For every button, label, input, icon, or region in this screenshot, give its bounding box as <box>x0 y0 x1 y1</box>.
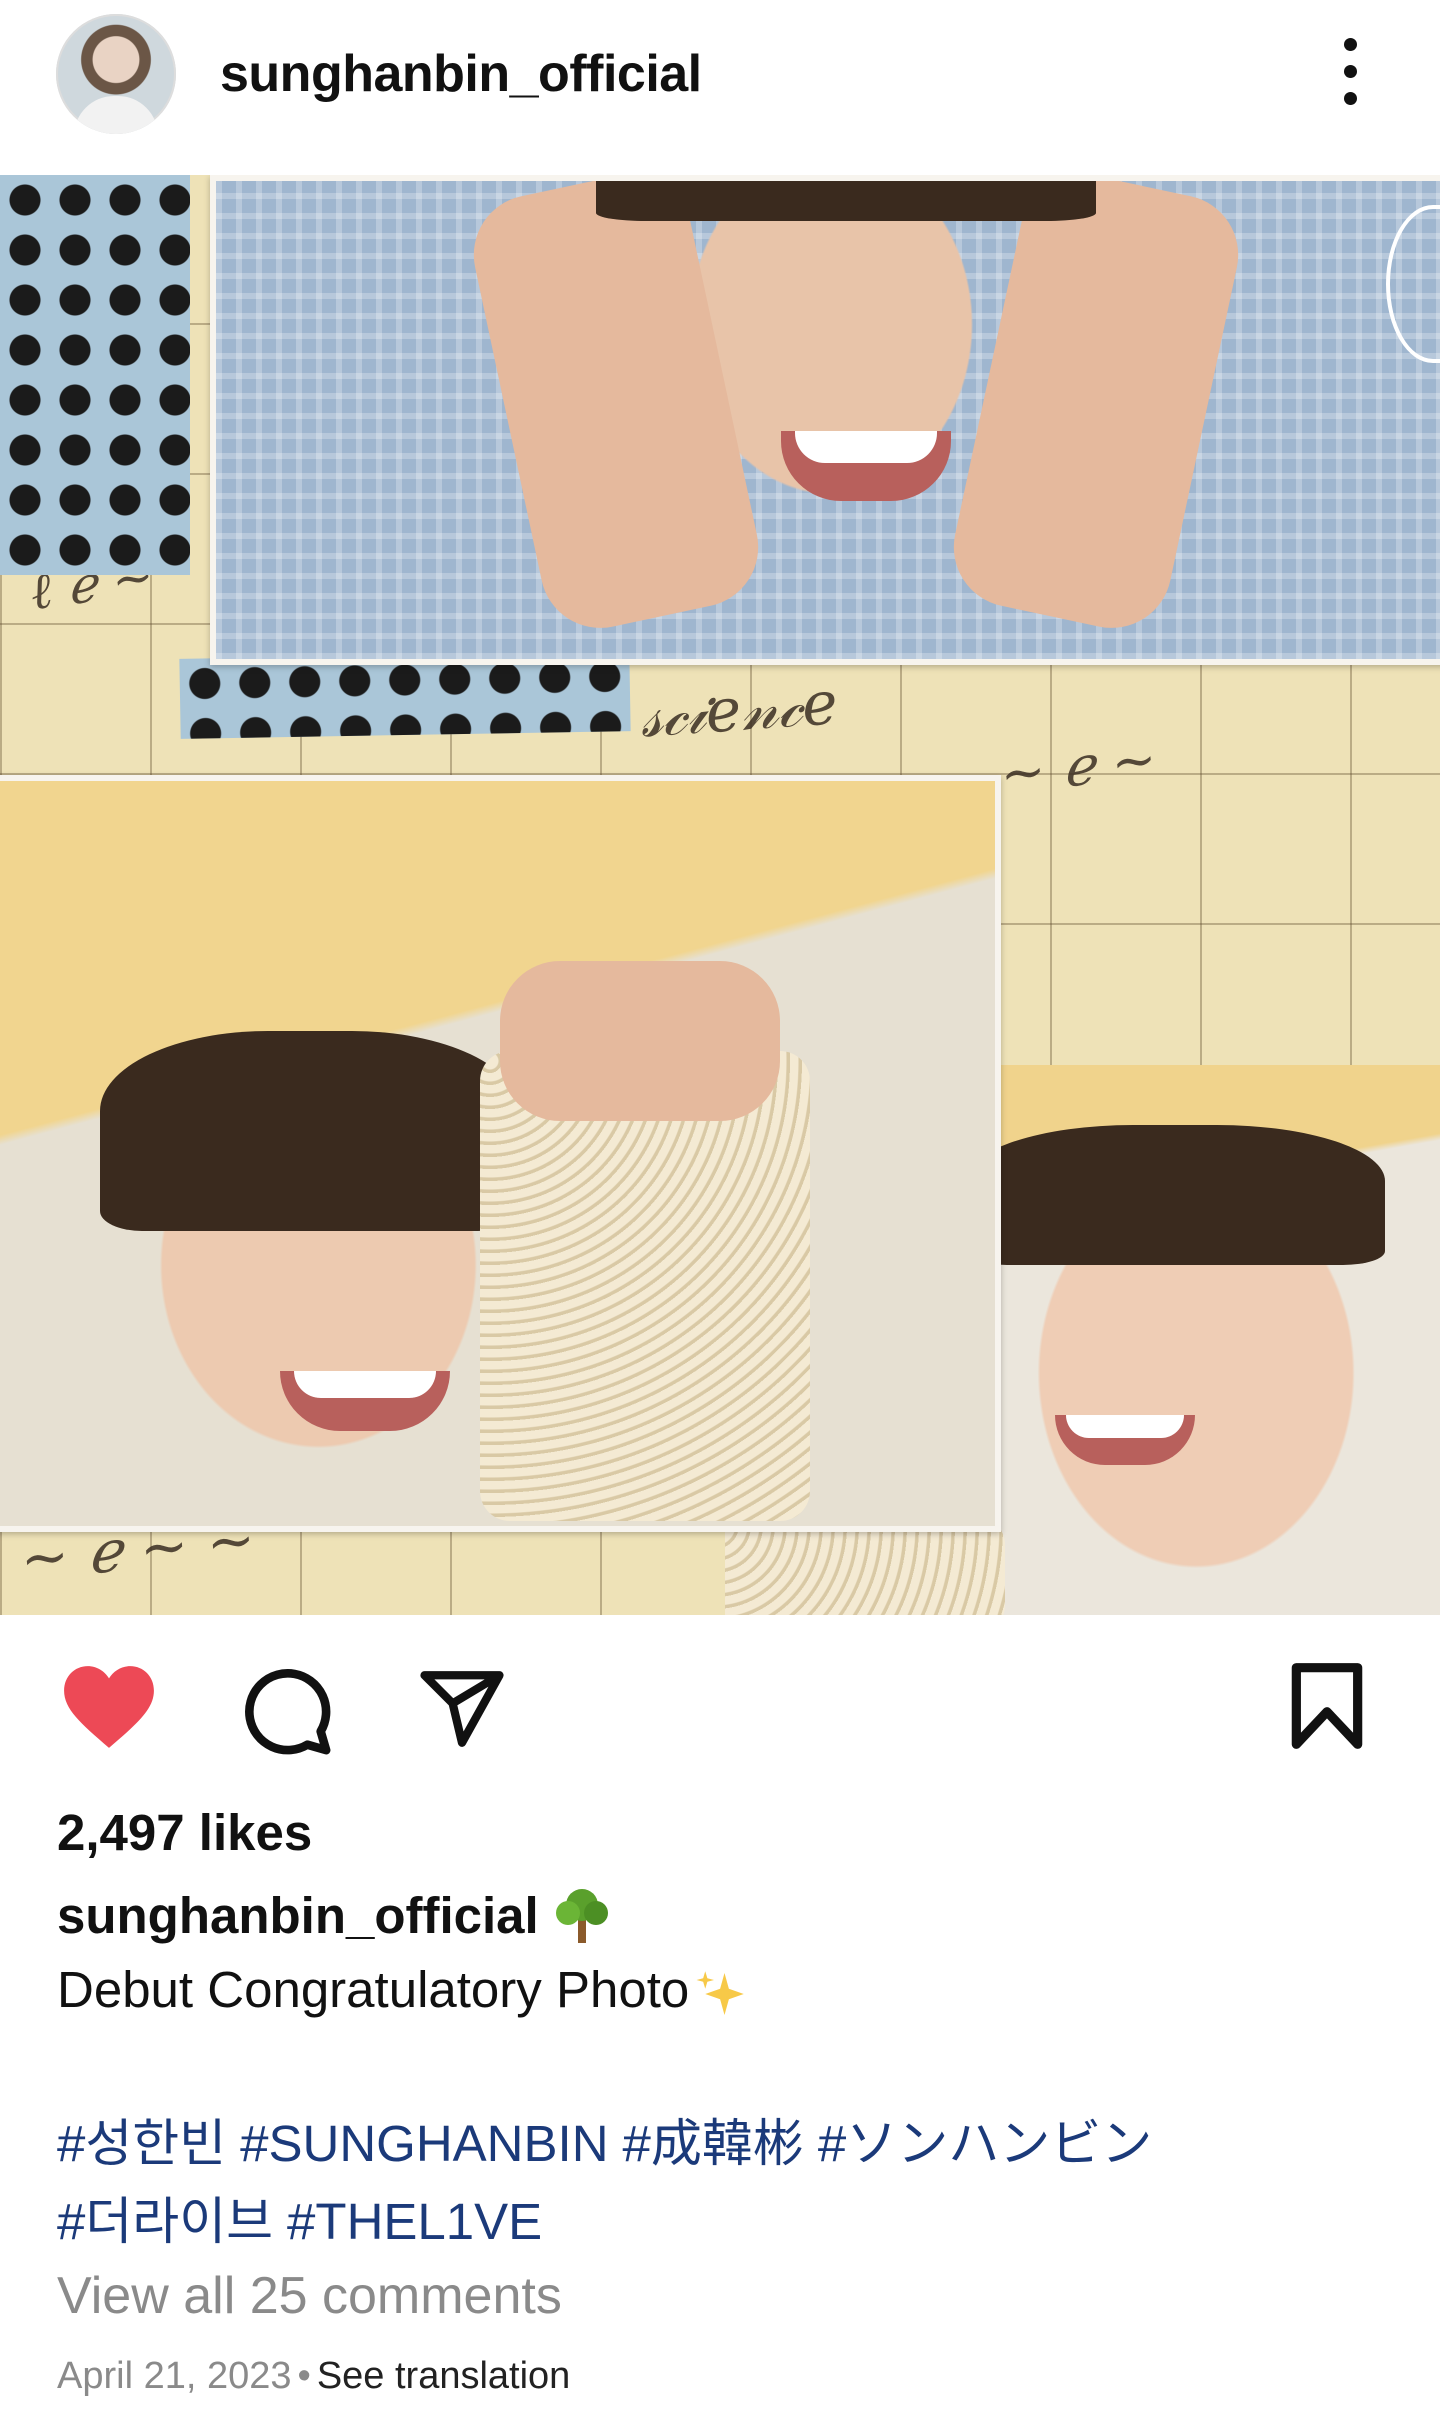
caption-text: Debut Congratulatory Photo <box>57 1960 749 2022</box>
tree-emoji-icon <box>556 1889 608 1943</box>
action-bar <box>0 1650 1440 1760</box>
heart-filled-icon[interactable] <box>60 1662 158 1752</box>
likes-count[interactable]: 2,497 likes <box>57 1803 312 1862</box>
hair <box>596 181 1096 221</box>
send-icon[interactable] <box>415 1664 509 1754</box>
hashtag-list: #성한빈 #SUNGHANBIN #成韓彬 #ソンハンビン #더라이브 #THEL1VE <box>57 2105 1397 2261</box>
handwriting-decoration: 𝓈𝒸𝒾𝑒𝓃𝒸𝑒 <box>637 668 840 752</box>
book-photo <box>0 775 1001 1532</box>
hair <box>965 1125 1385 1265</box>
post-footer: April 21, 2023 • See translation <box>57 2355 570 2398</box>
bookmark-icon[interactable] <box>1288 1660 1366 1752</box>
caption-body: Debut Congratulatory Photo <box>57 1961 690 2018</box>
avatar-shirt <box>74 96 158 134</box>
left-hand <box>462 181 770 640</box>
hashtag-link[interactable]: #더라이브 <box>57 2193 273 2250</box>
knit-sleeve <box>480 1051 810 1521</box>
post-image[interactable]: 𝓈𝒸𝒾𝑒𝓃𝒸𝑒 ~ ℯ ~ ℓ ℯ ~ ~ ℯ ~ ~ <box>0 175 1440 1615</box>
see-translation-link[interactable]: See translation <box>317 2355 571 2397</box>
separator-dot: • <box>297 2355 311 2397</box>
hashtag-link[interactable]: #SUNGHANBIN <box>240 2115 608 2172</box>
hair <box>100 1031 520 1231</box>
post-header: sunghanbin_official <box>0 0 1440 175</box>
hashtag-link[interactable]: #ソンハンビン <box>818 2115 1152 2172</box>
hashtag-link[interactable]: #성한빈 <box>57 2115 226 2172</box>
profile-avatar[interactable] <box>56 14 176 134</box>
sparkles-icon <box>696 1970 744 2015</box>
post-date: April 21, 2023 <box>57 2355 292 2397</box>
view-all-comments-link[interactable]: View all 25 comments <box>57 2266 562 2326</box>
polka-dot-tape <box>0 175 190 575</box>
right-hand <box>942 181 1250 640</box>
smile <box>1055 1415 1195 1465</box>
smile <box>280 1371 450 1431</box>
hashtag-link[interactable]: #成韓彬 <box>623 2115 804 2172</box>
hashtag-link[interactable]: #THEL1VE <box>287 2193 542 2250</box>
smiling-photo <box>210 175 1440 665</box>
comment-icon[interactable] <box>240 1664 334 1758</box>
hand <box>500 961 780 1121</box>
caption-username[interactable]: sunghanbin_official <box>57 1886 539 1945</box>
more-vertical-icon[interactable] <box>1330 30 1370 110</box>
smile <box>781 431 951 501</box>
post-username[interactable]: sunghanbin_official <box>220 44 702 104</box>
